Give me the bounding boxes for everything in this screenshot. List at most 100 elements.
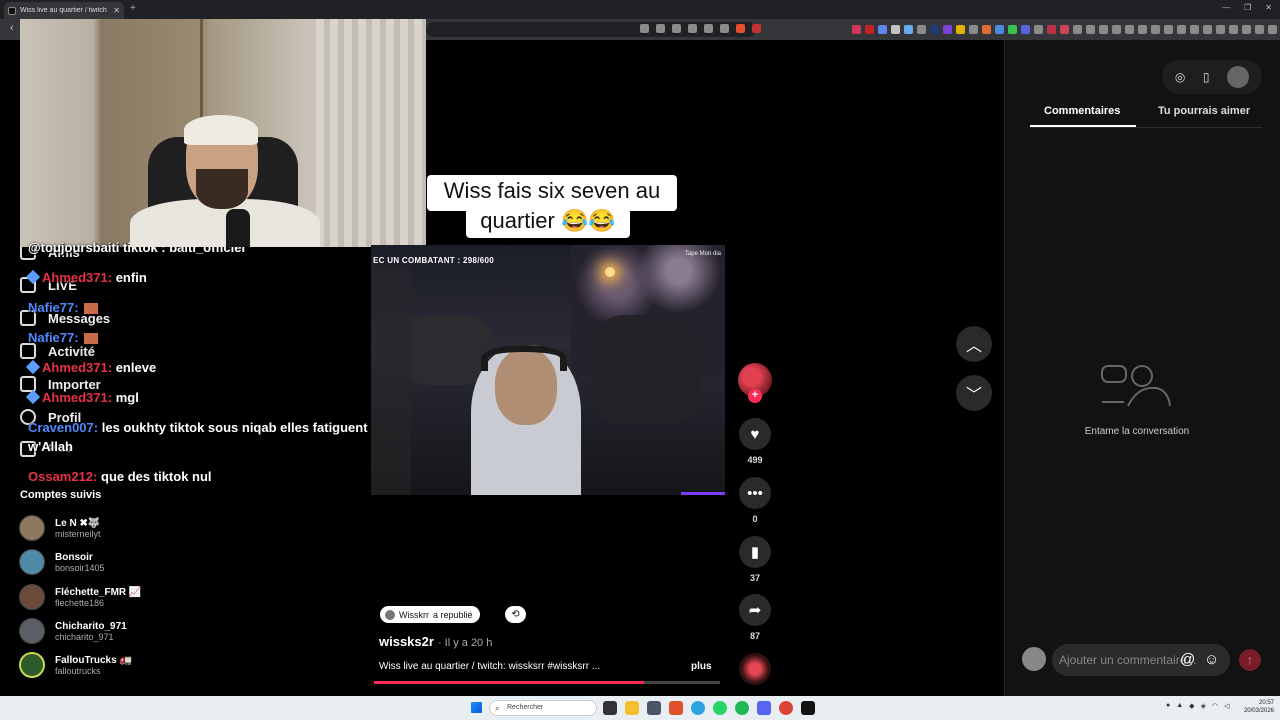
next-video-button[interactable]: ﹀: [956, 375, 992, 411]
extension-icon[interactable]: [1255, 25, 1264, 34]
comment-icon[interactable]: •••: [739, 477, 771, 509]
whatsapp-icon[interactable]: [713, 701, 727, 715]
zoom-icon[interactable]: [688, 24, 697, 33]
extension-icon[interactable]: [1177, 25, 1186, 34]
followed-account[interactable]: Le N ✖🐺 misterneilyt: [19, 515, 101, 541]
telegram-icon[interactable]: [691, 701, 705, 715]
brave-shield-icon[interactable]: [736, 24, 745, 33]
volume-icon[interactable]: ◁: [1224, 702, 1229, 710]
video-player[interactable]: EC UN COMBATANT : 298/600 Tape Mon dia: [371, 245, 725, 495]
calculator-icon[interactable]: [647, 701, 661, 715]
extension-icon[interactable]: [1112, 25, 1121, 34]
wifi-icon[interactable]: ◠: [1212, 702, 1218, 710]
like-action[interactable]: ♥ 499: [736, 418, 774, 465]
extension-icon[interactable]: [917, 25, 926, 34]
compass-icon[interactable]: ◎: [1175, 70, 1185, 84]
file-explorer-icon[interactable]: [625, 701, 639, 715]
brave-browser-icon[interactable]: [669, 701, 683, 715]
extension-icon[interactable]: [956, 25, 965, 34]
share-action[interactable]: ➦ 87: [736, 594, 774, 641]
extension-icon[interactable]: [943, 25, 952, 34]
extension-icon[interactable]: [1242, 25, 1251, 34]
followed-account[interactable]: Chicharito_971 chicharito_971: [19, 618, 127, 644]
extension-icon[interactable]: [1268, 25, 1277, 34]
maximize-button[interactable]: ❐: [1244, 3, 1251, 12]
bookmark-icon[interactable]: ▮: [739, 536, 771, 568]
tab-suggestions[interactable]: Tu pourrais aimer: [1158, 105, 1250, 117]
windows-start-icon[interactable]: [471, 702, 482, 713]
extension-icon[interactable]: [995, 25, 1004, 34]
extension-icon[interactable]: [1047, 25, 1056, 34]
browser-tab[interactable]: Wiss live au quartier / twitch ✕: [4, 2, 124, 19]
repost-icon[interactable]: ⟲: [505, 606, 526, 623]
tab-close-icon[interactable]: ✕: [113, 6, 120, 15]
followed-account[interactable]: Bonsoir bonsoir1405: [19, 549, 105, 575]
mention-icon[interactable]: @: [1180, 651, 1195, 668]
extension-icon[interactable]: [1008, 25, 1017, 34]
repost-chip[interactable]: Wisskrr a republié: [380, 606, 480, 623]
more-link[interactable]: plus: [691, 661, 712, 672]
extension-icon[interactable]: [969, 25, 978, 34]
extension-icon[interactable]: [1138, 25, 1147, 34]
minimize-button[interactable]: —: [1222, 3, 1230, 12]
video-seekbar[interactable]: [374, 681, 720, 684]
brave-rewards-icon[interactable]: [752, 24, 761, 33]
extension-icon[interactable]: [852, 25, 861, 34]
extension-icon[interactable]: [930, 25, 939, 34]
edit-icon[interactable]: [672, 24, 681, 33]
follow-plus-button[interactable]: +: [748, 389, 762, 403]
extension-icon[interactable]: [1216, 25, 1225, 34]
extension-icon[interactable]: [1164, 25, 1173, 34]
extension-icon[interactable]: [891, 25, 900, 34]
extension-icon[interactable]: [1073, 25, 1082, 34]
send-comment-button[interactable]: ↑: [1239, 649, 1261, 671]
notion-icon[interactable]: [801, 701, 815, 715]
phone-icon[interactable]: ▯: [1203, 70, 1210, 84]
tray-icon[interactable]: ▲: [1176, 702, 1183, 710]
extension-icon[interactable]: [982, 25, 991, 34]
extension-icon[interactable]: [1099, 25, 1108, 34]
comment-action[interactable]: ••• 0: [736, 477, 774, 524]
emoji-icon[interactable]: ☺: [1204, 651, 1219, 668]
read-mode-icon[interactable]: [656, 24, 665, 33]
nav-item-activity[interactable]: Activité: [20, 343, 95, 359]
share-icon[interactable]: ➦: [739, 594, 771, 626]
extension-icon[interactable]: [1021, 25, 1030, 34]
translate-icon[interactable]: [640, 24, 649, 33]
back-button[interactable]: ‹: [10, 22, 14, 34]
extension-icon[interactable]: [1203, 25, 1212, 34]
extension-icon[interactable]: [1190, 25, 1199, 34]
chrome-icon[interactable]: [779, 701, 793, 715]
share-page-icon[interactable]: [704, 24, 713, 33]
extension-icon[interactable]: [1060, 25, 1069, 34]
post-author[interactable]: wissks2r · Il y a 20 h: [379, 634, 492, 649]
extension-icon[interactable]: [904, 25, 913, 34]
extension-icon[interactable]: [1125, 25, 1134, 34]
tray-icon[interactable]: ◆: [1189, 702, 1194, 710]
followed-account[interactable]: FallouTrucks 🚛 falloutrucks: [19, 652, 132, 678]
music-disc-icon[interactable]: [739, 653, 771, 685]
taskbar-clock[interactable]: 20:57 20/03/2026: [1240, 699, 1274, 715]
bookmark-star-icon[interactable]: [720, 24, 729, 33]
tray-icon[interactable]: ●: [1166, 702, 1170, 710]
new-tab-button[interactable]: +: [130, 3, 136, 14]
spotify-icon[interactable]: [735, 701, 749, 715]
extension-icon[interactable]: [878, 25, 887, 34]
extension-icon[interactable]: [1034, 25, 1043, 34]
taskbar-search[interactable]: ⌕ Rechercher: [489, 700, 597, 716]
extension-icon[interactable]: [1151, 25, 1160, 34]
discord-icon[interactable]: [757, 701, 771, 715]
extension-icon[interactable]: [1086, 25, 1095, 34]
close-window-button[interactable]: ✕: [1265, 3, 1272, 12]
user-avatar[interactable]: [1227, 66, 1250, 88]
heart-icon[interactable]: ♥: [739, 418, 771, 450]
extension-icon[interactable]: [865, 25, 874, 34]
previous-video-button[interactable]: ︿: [956, 326, 992, 362]
repost-suffix: a republié: [433, 609, 473, 620]
save-action[interactable]: ▮ 37: [736, 536, 774, 583]
task-view-icon[interactable]: [603, 701, 617, 715]
extension-icon[interactable]: [1229, 25, 1238, 34]
tray-icon[interactable]: ◈: [1201, 702, 1206, 710]
followed-account[interactable]: Fléchette_FMR 📈 flechette186: [19, 584, 141, 610]
tab-comments[interactable]: Commentaires: [1044, 105, 1120, 117]
